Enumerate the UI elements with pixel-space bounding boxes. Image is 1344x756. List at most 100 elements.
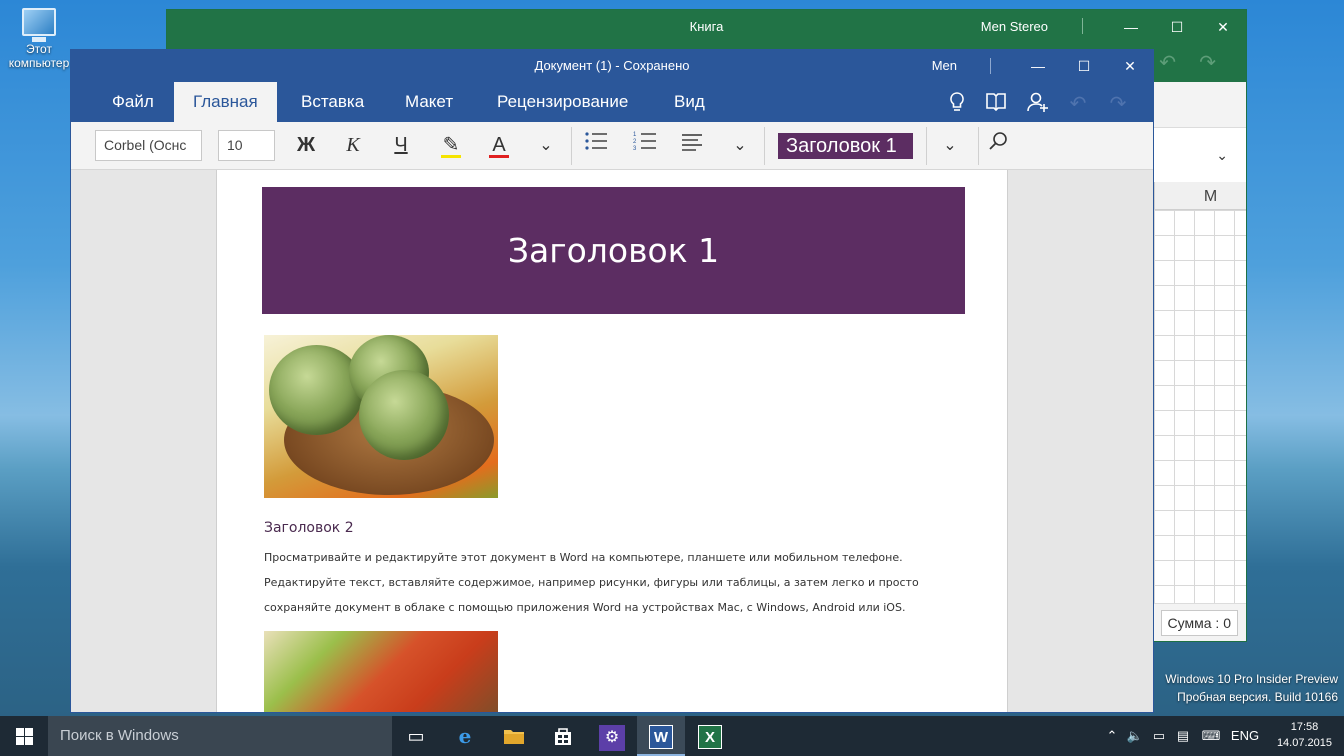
- word-title-bar[interactable]: Документ (1) - Сохранено Men — ☐ ✕: [71, 50, 1153, 82]
- highlighter-icon: ✎: [442, 134, 460, 156]
- windows-logo-icon-part: [16, 737, 24, 745]
- style-gallery-current[interactable]: Заголовок 1: [778, 133, 913, 159]
- svg-text:2: 2: [633, 139, 637, 145]
- clock[interactable]: 17:58 14.07.2015: [1277, 719, 1332, 751]
- font-color-button[interactable]: А: [480, 130, 518, 161]
- excel-cell-grid[interactable]: [1154, 210, 1246, 605]
- word-maximize-icon[interactable]: ☐: [1061, 53, 1107, 79]
- bold-button[interactable]: Ж: [287, 130, 325, 161]
- excel-minimize-icon[interactable]: —: [1108, 14, 1154, 40]
- watermark-line1: Windows 10 Pro Insider Preview: [1165, 672, 1338, 686]
- underline-button[interactable]: Ч: [382, 130, 420, 161]
- tab-view[interactable]: Вид: [655, 82, 724, 122]
- tab-layout[interactable]: Макет: [386, 82, 472, 122]
- numbering-button[interactable]: 123: [626, 130, 664, 161]
- taskbar-search-box[interactable]: Поиск в Windows: [48, 716, 392, 756]
- tab-review[interactable]: Рецензирование: [478, 82, 647, 122]
- word-ribbon-tabs: Файл Главная Вставка Макет Рецензировани…: [71, 82, 1153, 122]
- computer-icon: [22, 8, 56, 42]
- bullets-button[interactable]: [577, 130, 615, 161]
- italic-button[interactable]: К: [334, 130, 372, 161]
- action-center-icon[interactable]: ▤: [1172, 716, 1194, 756]
- toolbar-separator: [764, 127, 765, 165]
- undo-icon[interactable]: ↶: [1063, 91, 1093, 116]
- redo-icon[interactable]: ↷: [1103, 91, 1133, 116]
- paragraph-line: Просматривайте и редактируйте этот докум…: [264, 551, 903, 564]
- excel-user-name[interactable]: Men Stereo: [981, 19, 1048, 34]
- numbered-list-icon: 123: [633, 132, 656, 152]
- font-more-chevron-icon[interactable]: ⌄: [527, 130, 565, 161]
- taskbar: Поиск в Windows ▭ e ⚙ W X ⌃ 🔈 ▭ ▤ ⌨ ENG …: [0, 716, 1344, 756]
- svg-text:1: 1: [633, 132, 637, 138]
- heading-2[interactable]: Заголовок 2: [264, 520, 354, 536]
- artichoke-shape: [359, 370, 449, 460]
- task-view-icon[interactable]: ▭: [392, 716, 440, 756]
- artichoke-image[interactable]: [264, 335, 498, 498]
- clock-time: 17:58: [1290, 721, 1319, 733]
- word-minimize-icon[interactable]: —: [1015, 53, 1061, 79]
- desktop-icon-label-line2: компьютер: [8, 56, 70, 70]
- document-canvas[interactable]: Заголовок 1 Заголовок 2 Просматривайте и…: [71, 170, 1153, 712]
- clock-date: 14.07.2015: [1276, 737, 1332, 749]
- share-person-add-icon[interactable]: [1023, 91, 1053, 119]
- excel-title-bar[interactable]: Книга Men Stereo — ☐ ✕: [167, 10, 1246, 44]
- heading-1-block[interactable]: Заголовок 1: [262, 187, 965, 314]
- word-user-name[interactable]: Men: [932, 58, 957, 73]
- excel-window-title: Книга: [689, 19, 724, 34]
- lightbulb-icon[interactable]: [942, 91, 972, 119]
- excel-column-header[interactable]: M: [1154, 182, 1246, 210]
- font-color-bar: [489, 155, 509, 158]
- excel-maximize-icon[interactable]: ☐: [1154, 14, 1200, 40]
- artichoke-shape: [269, 345, 364, 435]
- network-icon[interactable]: ▭: [1148, 716, 1170, 756]
- styles-chevron-down-icon[interactable]: ⌄: [931, 130, 969, 161]
- settings-gear-icon[interactable]: ⚙: [588, 716, 636, 756]
- excel-chevron-down-icon[interactable]: ⌄: [1216, 147, 1228, 164]
- word-window[interactable]: Документ (1) - Сохранено Men — ☐ ✕ Файл …: [70, 49, 1154, 713]
- salad-image[interactable]: [264, 631, 498, 712]
- search-button[interactable]: [979, 130, 1017, 161]
- document-page[interactable]: Заголовок 1 Заголовок 2 Просматривайте и…: [216, 170, 1008, 712]
- windows-build-watermark: Windows 10 Pro Insider Preview Пробная в…: [1165, 670, 1338, 706]
- align-left-icon: [682, 134, 702, 151]
- desktop-icon-label-line1: Этот: [26, 42, 52, 56]
- excel-title-separator: [1082, 18, 1083, 34]
- bullet-list-icon: [585, 132, 607, 150]
- store-icon[interactable]: [539, 716, 587, 756]
- excel-undo-icon[interactable]: ↶: [1159, 50, 1176, 75]
- tray-chevron-up-icon[interactable]: ⌃: [1102, 716, 1122, 756]
- windows-logo-icon-part: [25, 737, 33, 745]
- watermark-line2: Пробная версия. Build 10166: [1177, 690, 1338, 704]
- search-icon: [989, 132, 1007, 150]
- volume-icon[interactable]: 🔈: [1124, 716, 1146, 756]
- excel-close-icon[interactable]: ✕: [1200, 14, 1246, 40]
- tab-home[interactable]: Главная: [174, 82, 277, 122]
- font-color-letter: А: [492, 134, 506, 156]
- word-close-icon[interactable]: ✕: [1107, 53, 1153, 79]
- windows-logo-icon: [16, 728, 24, 736]
- start-button[interactable]: [0, 716, 48, 756]
- svg-text:3: 3: [633, 146, 637, 151]
- file-explorer-icon[interactable]: [490, 716, 538, 756]
- paragraph-more-chevron-icon[interactable]: ⌄: [721, 130, 759, 161]
- language-indicator[interactable]: ENG: [1228, 716, 1262, 756]
- tab-insert[interactable]: Вставка: [282, 82, 383, 122]
- this-pc-desktop-icon[interactable]: Этот компьютер: [4, 8, 74, 70]
- word-home-toolbar: Corbel (Оснс 10 Ж К Ч ✎ А ⌄ 123 ⌄ Заголо…: [71, 122, 1153, 170]
- read-mode-book-icon[interactable]: [981, 91, 1011, 117]
- align-button[interactable]: [673, 130, 711, 161]
- excel-status-bar: Сумма : 0: [1154, 603, 1246, 641]
- keyboard-icon[interactable]: ⌨: [1198, 716, 1224, 756]
- tab-file[interactable]: Файл: [93, 82, 173, 122]
- font-name-field[interactable]: Corbel (Оснс: [95, 130, 202, 161]
- highlight-button[interactable]: ✎: [432, 130, 470, 161]
- excel-redo-icon[interactable]: ↷: [1199, 50, 1216, 75]
- paragraph-line: сохраняйте документ в облаке с помощью п…: [264, 601, 906, 614]
- body-paragraph[interactable]: Просматривайте и редактируйте этот докум…: [264, 545, 964, 620]
- edge-browser-icon[interactable]: e: [441, 716, 489, 756]
- highlight-color-bar: [441, 155, 461, 158]
- excel-sum-indicator[interactable]: Сумма : 0: [1160, 610, 1238, 636]
- word-taskbar-icon[interactable]: W: [637, 716, 685, 756]
- font-size-field[interactable]: 10: [218, 130, 275, 161]
- excel-taskbar-icon[interactable]: X: [686, 716, 734, 756]
